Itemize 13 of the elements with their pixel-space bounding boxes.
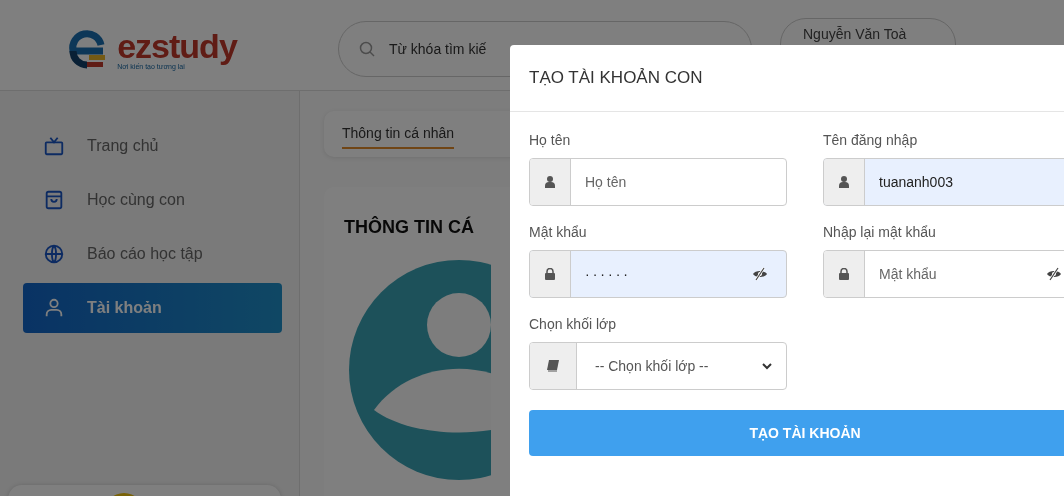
field-label: Tên đăng nhập xyxy=(823,132,919,148)
field-label: Họ tên xyxy=(529,132,572,148)
field-label: Nhập lại mật khẩu xyxy=(823,224,937,240)
logo-name: ezstudy xyxy=(117,28,237,63)
sidebar-item-label: Tài khoản xyxy=(87,299,162,317)
sidebar-item-label: Học cùng con xyxy=(87,191,185,209)
select-value: -- Chọn khối lớp -- xyxy=(595,358,709,374)
modal-title: TẠO TÀI KHOẢN CON xyxy=(529,68,703,88)
field-label: Mật khẩu xyxy=(529,224,588,240)
field-label: Chọn khối lớp xyxy=(529,316,617,332)
card-title: THÔNG TIN CÁ xyxy=(344,217,474,238)
sidebar-item-label: Báo cáo học tập xyxy=(87,245,203,263)
sidebar-item-label: Trang chủ xyxy=(87,137,159,155)
